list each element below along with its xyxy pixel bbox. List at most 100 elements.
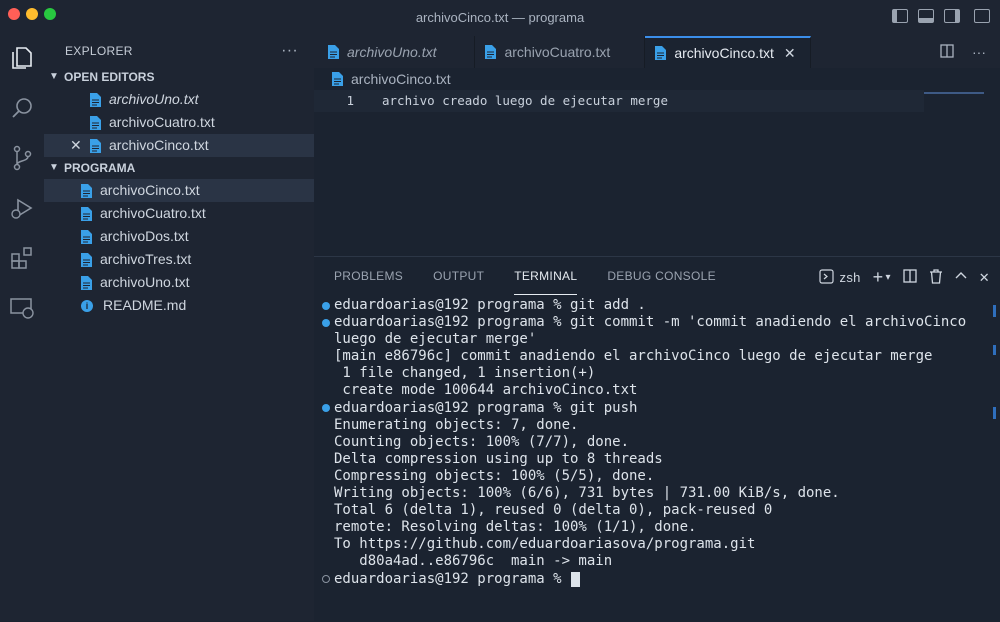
file-label: archivoDos.txt — [100, 228, 189, 244]
trash-icon[interactable] — [929, 268, 943, 287]
editor-tabs: archivoUno.txt archivoCuatro.txt archivo… — [314, 36, 1000, 68]
terminal-line: To https://github.com/eduardoariasova/pr… — [322, 536, 1000, 553]
tab-archivo-cinco[interactable]: archivoCinco.txt ✕ — [645, 36, 811, 69]
toggle-secondary-sidebar-icon[interactable] — [944, 9, 960, 23]
file-item-active[interactable]: archivoCinco.txt — [44, 179, 314, 202]
close-icon[interactable]: ✕ — [70, 134, 82, 157]
terminal-line: Total 6 (delta 1), reused 0 (delta 0), p… — [322, 502, 1000, 519]
open-editor-item[interactable]: archivoCuatro.txt — [44, 111, 314, 134]
split-terminal-icon[interactable] — [903, 269, 917, 286]
scrollbar-marker[interactable] — [993, 407, 996, 419]
file-icon — [81, 252, 92, 267]
file-item[interactable]: archivoCuatro.txt — [44, 202, 314, 225]
close-tab-icon[interactable]: ✕ — [784, 37, 796, 69]
toggle-primary-sidebar-icon[interactable] — [892, 9, 908, 23]
file-item[interactable]: i README.md — [44, 294, 314, 317]
chevron-up-icon[interactable] — [955, 270, 967, 285]
terminal-line: Compressing objects: 100% (5/5), done. — [322, 468, 1000, 485]
terminal-line-text: eduardoarias@192 programa % git commit -… — [334, 314, 967, 331]
chevron-down-icon: ▼ — [49, 71, 59, 82]
command-status-dot-icon[interactable] — [322, 301, 330, 310]
toggle-panel-icon[interactable] — [918, 9, 934, 23]
panel-tabs: PROBLEMS OUTPUT TERMINAL DEBUG CONSOLE z… — [314, 257, 1000, 295]
folder-title: PROGRAMA — [64, 161, 136, 175]
command-status-dot-icon[interactable] — [322, 318, 330, 327]
chevron-down-icon: ▼ — [49, 162, 59, 173]
terminal-line-text: remote: Resolving deltas: 100% (1/1), do… — [334, 519, 697, 536]
split-editor-icon[interactable] — [940, 44, 954, 61]
terminal-line-text: luego de ejecutar merge' — [334, 331, 537, 348]
terminal-line-text: 1 file changed, 1 insertion(+) — [334, 365, 596, 382]
scrollbar-marker[interactable] — [993, 305, 996, 317]
terminal-line: 1 file changed, 1 insertion(+) — [322, 365, 1000, 382]
terminal-line-text: Enumerating objects: 7, done. — [334, 416, 579, 433]
customize-layout-icon[interactable] — [974, 9, 990, 23]
tab-debug-console[interactable]: DEBUG CONSOLE — [607, 257, 716, 295]
terminal-line: Delta compression using up to 8 threads — [322, 451, 1000, 468]
open-editors-section[interactable]: ▼ OPEN EDITORS — [44, 66, 314, 88]
terminal-line-text: [main e86796c] commit anadiendo el archi… — [334, 348, 933, 365]
code-line[interactable]: 1 archivo creado luego de ejecutar merge — [314, 90, 924, 112]
source-control-icon[interactable] — [6, 142, 38, 174]
terminal-line-text: Counting objects: 100% (7/7), done. — [334, 433, 630, 450]
terminal-line: d80a4ad..e86796c main -> main — [322, 553, 1000, 570]
file-icon — [90, 92, 101, 107]
remote-explorer-icon[interactable] — [6, 292, 38, 324]
terminal-line-text: d80a4ad..e86796c main -> main — [334, 553, 613, 570]
window-title: archivoCinco.txt — programa — [415, 10, 585, 25]
file-item[interactable]: archivoUno.txt — [44, 271, 314, 294]
terminal[interactable]: eduardoarias@192 programa % git add . edu… — [314, 297, 1000, 588]
more-actions-icon[interactable]: ··· — [972, 44, 986, 61]
terminal-line: Counting objects: 100% (7/7), done. — [322, 434, 1000, 451]
tab-label: archivoCuatro.txt — [504, 44, 611, 60]
close-panel-icon[interactable]: ✕ — [979, 270, 990, 286]
folder-section[interactable]: ▼ PROGRAMA — [44, 157, 314, 179]
terminal-line-text: eduardoarias@192 programa % git add . — [334, 297, 646, 313]
editor-area: archivoUno.txt archivoCuatro.txt archivo… — [314, 36, 1000, 256]
tab-archivo-cuatro[interactable]: archivoCuatro.txt — [475, 36, 646, 68]
file-icon — [81, 183, 92, 198]
terminal-line-text: Writing objects: 100% (6/6), 731 bytes |… — [334, 485, 840, 502]
file-icon — [332, 72, 343, 86]
terminal-line-text: Compressing objects: 100% (5/5), done. — [334, 467, 655, 484]
file-icon — [328, 45, 339, 59]
run-debug-icon[interactable] — [6, 192, 38, 224]
tab-terminal[interactable]: TERMINAL — [514, 257, 578, 295]
file-icon — [485, 45, 497, 59]
explorer-icon[interactable] — [6, 42, 38, 74]
search-icon[interactable] — [6, 92, 38, 124]
info-icon: i — [81, 299, 93, 312]
file-label: archivoTres.txt — [100, 251, 192, 267]
open-editor-label: archivoCinco.txt — [109, 137, 209, 153]
open-editor-item[interactable]: archivoUno.txt — [44, 88, 314, 111]
shell-label[interactable]: zsh — [840, 270, 861, 285]
bottom-panel: PROBLEMS OUTPUT TERMINAL DEBUG CONSOLE z… — [314, 256, 1000, 622]
terminal-line-text: create mode 100644 archivoCinco.txt — [334, 382, 638, 399]
file-item[interactable]: archivoTres.txt — [44, 248, 314, 271]
scrollbar-marker[interactable] — [993, 345, 996, 355]
breadcrumb-file: archivoCinco.txt — [351, 71, 451, 87]
minimap[interactable] — [924, 92, 984, 94]
new-terminal-icon[interactable]: + — [873, 267, 884, 288]
tab-problems[interactable]: PROBLEMS — [334, 257, 403, 295]
more-actions-icon[interactable]: ··· — [281, 36, 298, 66]
command-status-dot-icon[interactable] — [322, 404, 330, 413]
explorer-title: EXPLORER — [65, 44, 133, 58]
command-pending-dot-icon[interactable] — [322, 575, 330, 584]
file-label: README.md — [103, 297, 187, 313]
file-item[interactable]: archivoDos.txt — [44, 225, 314, 248]
explorer-sidebar: EXPLORER ··· ▼ OPEN EDITORS archivoUno.t… — [44, 36, 314, 621]
file-icon — [655, 46, 667, 60]
terminal-line: eduardoarias@192 programa % — [322, 571, 1000, 588]
terminal-line: Enumerating objects: 7, done. — [322, 417, 1000, 434]
tab-label: archivoCinco.txt — [674, 45, 774, 61]
file-icon — [90, 138, 101, 153]
chevron-down-icon[interactable]: ▾ — [885, 272, 890, 283]
terminal-line-text: Delta compression using up to 8 threads — [334, 450, 663, 467]
file-label: archivoCinco.txt — [100, 182, 200, 198]
extensions-icon[interactable] — [6, 242, 38, 274]
open-editor-item-active[interactable]: ✕ archivoCinco.txt — [44, 134, 314, 157]
tab-output[interactable]: OUTPUT — [433, 257, 484, 295]
breadcrumb[interactable]: archivoCinco.txt — [314, 68, 1000, 90]
tab-archivo-uno[interactable]: archivoUno.txt — [314, 36, 476, 68]
